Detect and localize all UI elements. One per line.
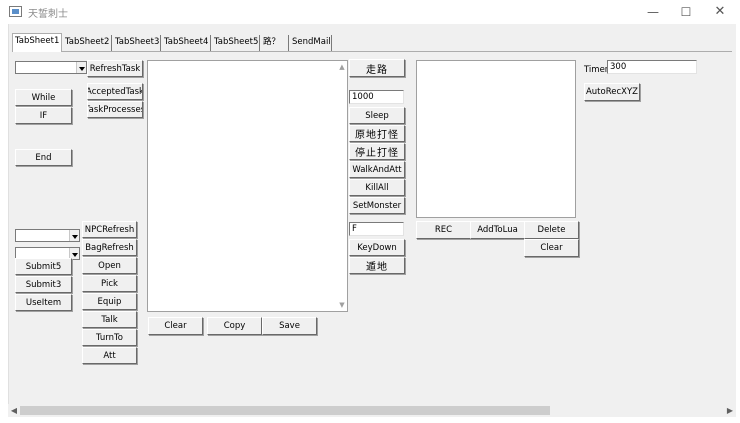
scroll-down-icon[interactable]: ▼	[337, 300, 347, 310]
equip-button[interactable]: Equip	[82, 293, 137, 310]
submit5-button[interactable]: Submit5	[15, 258, 72, 275]
npc-refresh-button[interactable]: NPCRefresh	[82, 221, 137, 238]
att-button[interactable]: Att	[82, 347, 137, 364]
key-input[interactable]: F	[349, 222, 404, 236]
memo-save-button[interactable]: Save	[262, 317, 317, 335]
tab-path[interactable]: 路？	[261, 35, 289, 51]
set-monster-button[interactable]: SetMonster	[349, 197, 405, 214]
scroll-up-icon[interactable]: ▲	[337, 62, 347, 72]
walk-button[interactable]: 走路	[349, 59, 405, 77]
tab-tabsheet1[interactable]: TabSheet1	[12, 33, 62, 52]
tab-strip: TabSheet1 TabSheet2 TabSheet3 TabSheet4 …	[12, 33, 732, 52]
key-down-button[interactable]: KeyDown	[349, 239, 405, 256]
teleport-button[interactable]: 遁地	[349, 257, 405, 274]
title-bar	[0, 0, 740, 24]
walk-and-att-button[interactable]: WalkAndAtt	[349, 161, 405, 178]
script-memo[interactable]: ▲ ▼	[147, 60, 348, 312]
use-item-button[interactable]: UseItem	[15, 294, 72, 311]
chevron-down-icon[interactable]	[69, 230, 79, 241]
task-combo[interactable]	[15, 61, 87, 74]
tab-tabsheet3[interactable]: TabSheet3	[113, 35, 161, 51]
combo-1-value	[16, 230, 69, 241]
timer-input[interactable]: 300	[607, 60, 697, 74]
list-clear-button[interactable]: Clear	[524, 239, 579, 257]
combo-1[interactable]	[15, 229, 80, 242]
record-list[interactable]	[416, 60, 576, 218]
bag-refresh-button[interactable]: BagRefresh	[82, 239, 137, 256]
end-button[interactable]: End	[15, 149, 72, 166]
refresh-task-button[interactable]: RefreshTask	[87, 60, 143, 77]
kill-all-button[interactable]: KillAll	[349, 179, 405, 196]
window-title: 天誓刺士	[28, 9, 68, 20]
talk-button[interactable]: Talk	[82, 311, 137, 328]
while-button[interactable]: While	[15, 89, 72, 106]
close-button[interactable]: ✕	[703, 0, 737, 24]
scroll-right-icon[interactable]: ▶	[724, 404, 736, 417]
scroll-left-icon[interactable]: ◀	[8, 404, 20, 417]
app-window-icon	[9, 6, 22, 17]
accepted-task-button[interactable]: AcceptedTask	[87, 83, 143, 100]
chevron-down-icon[interactable]	[76, 62, 86, 73]
open-button[interactable]: Open	[82, 257, 137, 274]
rec-button[interactable]: REC	[416, 221, 471, 239]
task-combo-value	[16, 62, 76, 73]
memo-vertical-scrollbar[interactable]: ▲ ▼	[337, 61, 347, 311]
submit3-button[interactable]: Submit3	[15, 276, 72, 293]
attack-in-place-button[interactable]: 原地打怪	[349, 125, 405, 142]
tab-tabsheet2[interactable]: TabSheet2	[63, 35, 112, 51]
tab-tabsheet5[interactable]: TabSheet5	[212, 35, 260, 51]
pick-button[interactable]: Pick	[82, 275, 137, 292]
add-to-lua-button[interactable]: AddToLua	[470, 221, 525, 239]
memo-clear-button[interactable]: Clear	[148, 317, 203, 335]
delete-button[interactable]: Delete	[524, 221, 579, 239]
tab-tabsheet4[interactable]: TabSheet4	[162, 35, 211, 51]
turn-to-button[interactable]: TurnTo	[82, 329, 137, 346]
if-button[interactable]: IF	[15, 107, 72, 124]
stop-attack-button[interactable]: 停止打怪	[349, 143, 405, 160]
task-processes-button[interactable]: TaskProcesses	[87, 101, 143, 118]
tab-sendmail[interactable]: SendMail	[290, 35, 332, 51]
value-input[interactable]: 1000	[349, 90, 404, 104]
maximize-button[interactable]: ☐	[669, 0, 703, 24]
horizontal-scrollbar[interactable]: ◀ ▶	[8, 404, 736, 417]
memo-copy-button[interactable]: Copy	[207, 317, 262, 335]
minimize-button[interactable]: —	[636, 0, 670, 24]
scrollbar-thumb[interactable]	[20, 406, 550, 415]
sleep-button[interactable]: Sleep	[349, 107, 405, 124]
auto-rec-xyz-button[interactable]: AutoRecXYZ	[584, 83, 640, 101]
